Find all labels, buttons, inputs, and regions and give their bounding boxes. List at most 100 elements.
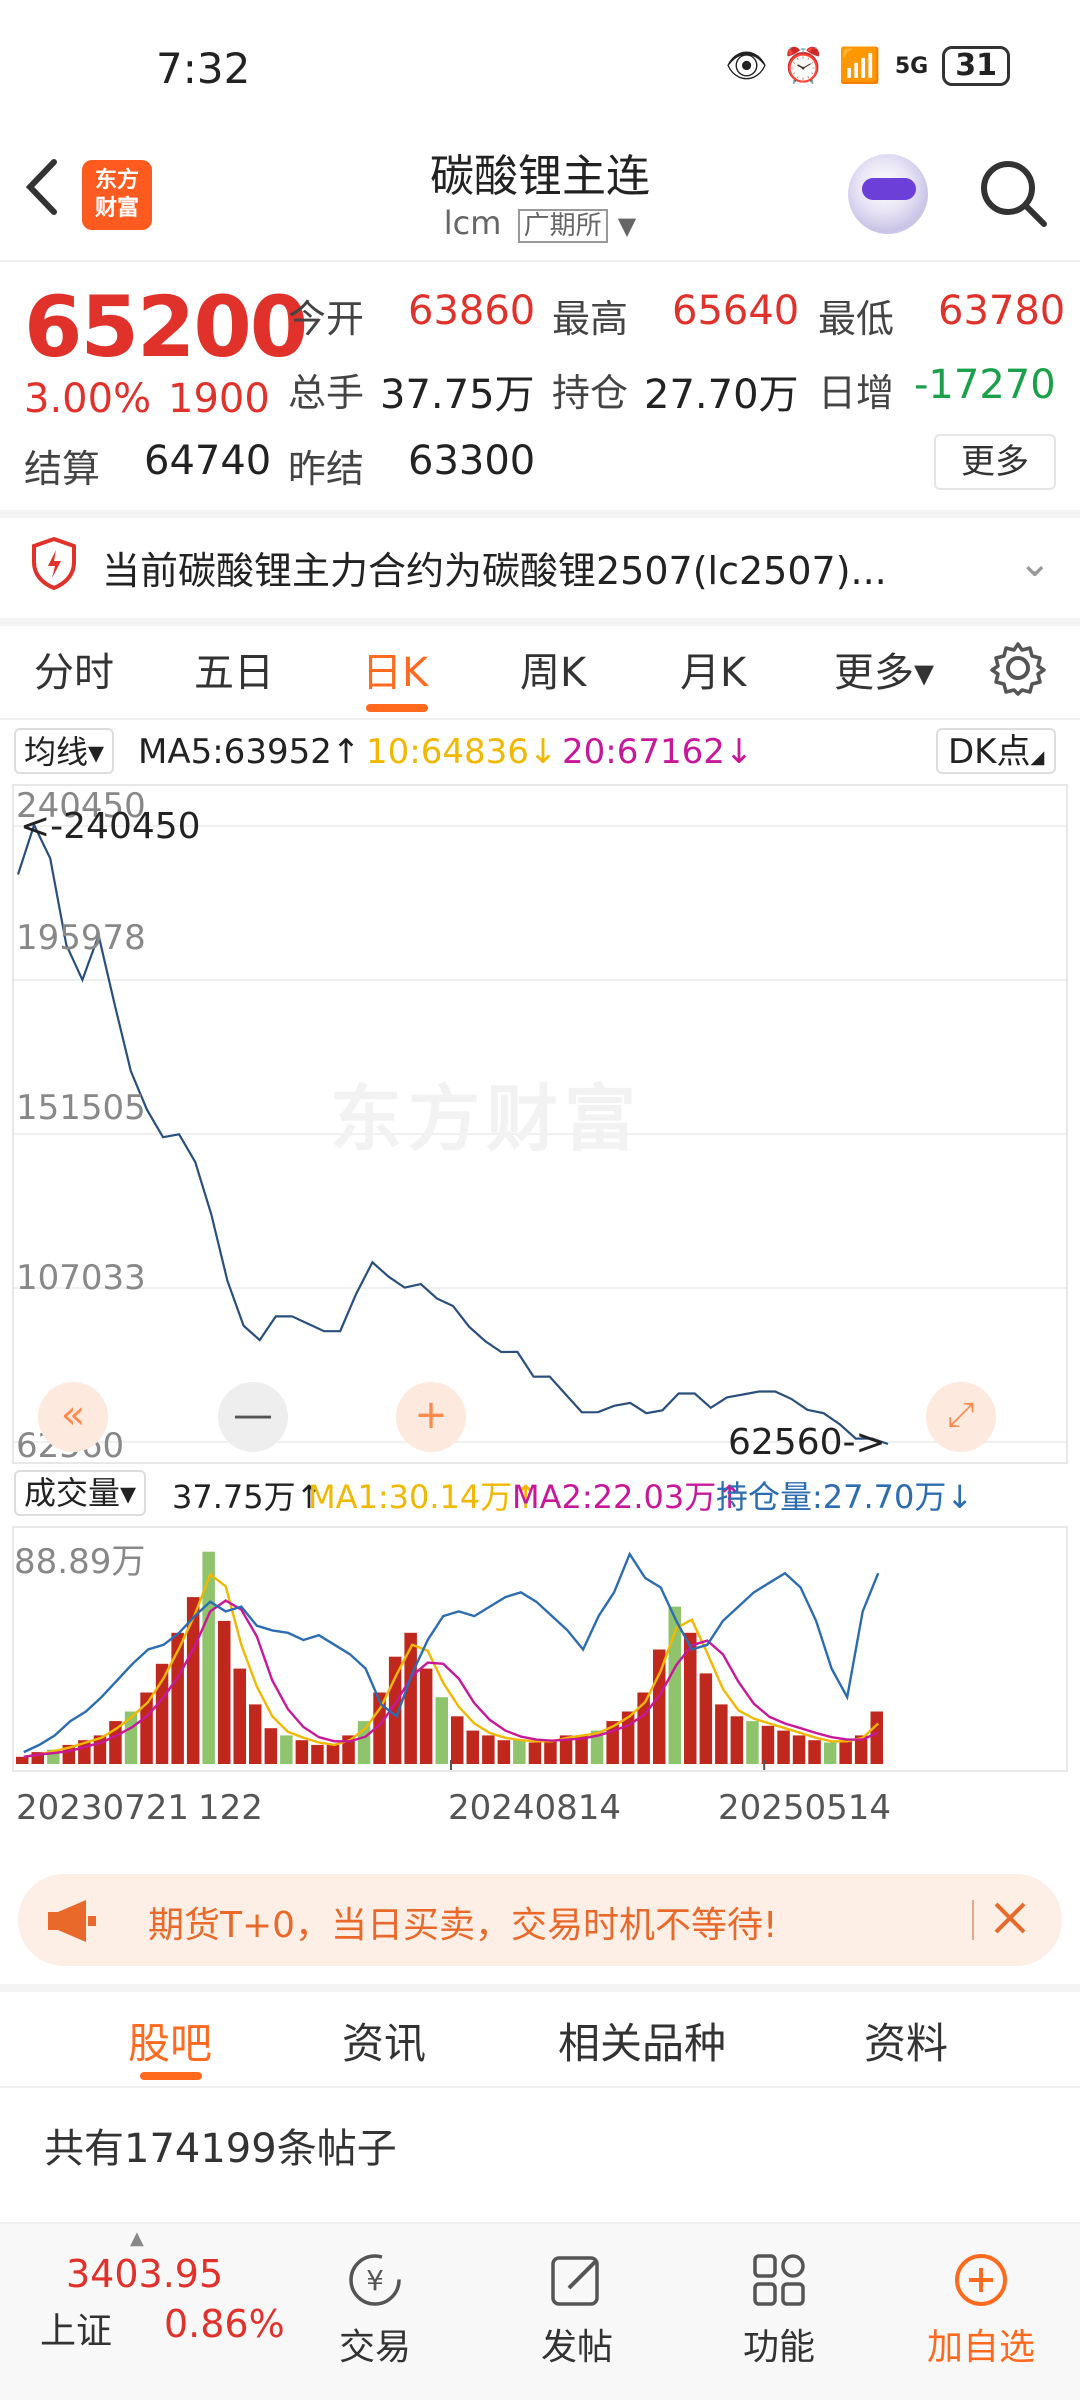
volume-chart[interactable]: [12, 1526, 1068, 1772]
more-quote-button[interactable]: 更多: [934, 434, 1056, 490]
tab-guba[interactable]: 股吧: [128, 2010, 212, 2071]
svg-text:¥: ¥: [366, 2264, 384, 2297]
volume-bar: [249, 1704, 262, 1764]
banner-separator: [972, 1900, 974, 1940]
low-label: 最低: [818, 297, 895, 341]
tab-monthly-k[interactable]: 月K: [680, 640, 746, 698]
alarm-icon: ⏰: [782, 46, 825, 86]
volume-value-legend: 37.75万↑: [172, 1478, 323, 1516]
nav-functions[interactable]: 功能: [704, 2250, 854, 2370]
battery-indicator: 31: [942, 46, 1010, 86]
volume-bar: [746, 1721, 759, 1764]
trade-icon: ¥: [349, 2254, 401, 2306]
volume-bar: [808, 1740, 821, 1764]
prev-settle-label: 昨结: [288, 447, 365, 491]
caret-up-icon: ▲: [130, 2228, 144, 2249]
vol-ma1: MA1:30.14万↑: [308, 1478, 540, 1516]
notice-text: 当前碳酸锂主力合约为碳酸锂2507(lc2507)...: [102, 549, 887, 593]
y-tick-151505: 151505: [16, 1088, 146, 1128]
tab-weekly-k[interactable]: 周K: [520, 640, 586, 698]
volume-bar: [715, 1704, 728, 1764]
date-tick-partial: 122: [198, 1788, 263, 1828]
add-circle-icon: [955, 2254, 1007, 2306]
zoom-in-button[interactable]: +: [396, 1382, 466, 1452]
volume-bar: [777, 1730, 790, 1764]
grid-icon: [753, 2254, 805, 2306]
volume-bar: [730, 1716, 744, 1764]
volume-label: 总手: [288, 371, 365, 415]
tab-daily-k[interactable]: 日K: [362, 640, 428, 698]
volume-bar: [233, 1668, 246, 1764]
expand-icon[interactable]: ⤢: [926, 1382, 996, 1452]
active-tab-indicator: [366, 704, 428, 712]
volume-indicator-select[interactable]: 成交量▾: [14, 1470, 147, 1516]
chevron-down-icon[interactable]: ⌄: [1018, 540, 1052, 586]
volume-bar: [653, 1649, 666, 1764]
tabs-divider: [0, 718, 1080, 720]
settle-label: 结算: [24, 447, 101, 491]
close-icon[interactable]: [990, 1898, 1030, 1938]
date-tick-end: 20250514: [718, 1788, 892, 1828]
y-tick-195978: 195978: [16, 918, 146, 958]
volume-bar: [839, 1740, 852, 1764]
nav-add-watchlist[interactable]: 加自选: [906, 2250, 1056, 2370]
tab-wuri[interactable]: 五日: [194, 640, 274, 698]
change-percent: 3.00%: [24, 376, 152, 422]
volume-bar: [280, 1735, 293, 1764]
volume-bar: [357, 1721, 371, 1764]
volume-bar: [311, 1744, 324, 1764]
search-icon[interactable]: [978, 158, 1048, 228]
volume-bar: [823, 1742, 837, 1764]
oi-label: 持仓: [552, 371, 629, 415]
index-value[interactable]: 3403.95: [66, 2252, 223, 2296]
volume-bar: [544, 1740, 557, 1764]
assistant-avatar-visor: [862, 178, 916, 200]
caret-down-icon: ▼: [617, 212, 637, 240]
volume-bar: [513, 1740, 526, 1764]
oi-value: 27.70万: [644, 372, 799, 418]
edit-icon: [551, 2256, 599, 2306]
scroll-left-button[interactable]: «: [38, 1382, 108, 1452]
indicator-select[interactable]: 均线▾: [14, 728, 115, 774]
open-value: 63860: [408, 288, 536, 334]
volume-bar: [326, 1744, 340, 1764]
volume-bar: [466, 1730, 479, 1764]
bottom-tabs-divider: [0, 2086, 1080, 2088]
tab-more[interactable]: 更多▾: [834, 640, 934, 698]
volume-bar: [761, 1725, 775, 1764]
nav-trade[interactable]: ¥ 交易: [300, 2250, 450, 2370]
low-value: 63780: [938, 288, 1066, 334]
volume-value: 37.75万: [380, 372, 535, 418]
nav-post[interactable]: 发帖: [502, 2250, 652, 2370]
volume-chart-svg: [16, 1551, 883, 1770]
index-name: 上证: [40, 2311, 113, 2352]
high-value: 65640: [672, 288, 800, 334]
gear-icon[interactable]: [990, 640, 1046, 696]
volume-axis-max: 88.89万: [14, 1542, 146, 1582]
change-amount: 1900: [168, 376, 270, 422]
volume-bar: [497, 1740, 511, 1764]
volume-bar: [419, 1668, 433, 1764]
volume-bar: [435, 1697, 448, 1764]
banner-text: 期货T+0，当日买卖，交易时机不等待!: [148, 1905, 778, 1946]
vol-ma2: MA2:22.03万↑: [512, 1478, 744, 1516]
tab-fenshi[interactable]: 分时: [34, 640, 114, 698]
volume-bar: [792, 1735, 806, 1764]
volume-bar: [870, 1711, 883, 1764]
date-tick-mid: 20240814: [448, 1788, 622, 1828]
zoom-out-button[interactable]: —: [218, 1382, 288, 1452]
tab-profile[interactable]: 资料: [864, 2010, 948, 2071]
network-label: 5G: [894, 53, 929, 79]
watermark: 东方财富: [330, 1077, 643, 1161]
volume-bar: [16, 1756, 29, 1764]
bottom-tab-indicator: [140, 2072, 202, 2080]
tab-news[interactable]: 资讯: [342, 2010, 426, 2071]
tab-related[interactable]: 相关品种: [558, 2010, 726, 2071]
eye-icon: 👁: [725, 46, 769, 86]
status-time: 7:32: [156, 44, 251, 93]
section-divider-3: [0, 1984, 1080, 1992]
volume-bar: [699, 1673, 713, 1764]
max-annotation: <-240450: [20, 806, 201, 847]
dk-point-button[interactable]: DK点◢: [936, 728, 1057, 774]
daily-inc-value: -17270: [914, 362, 1056, 408]
